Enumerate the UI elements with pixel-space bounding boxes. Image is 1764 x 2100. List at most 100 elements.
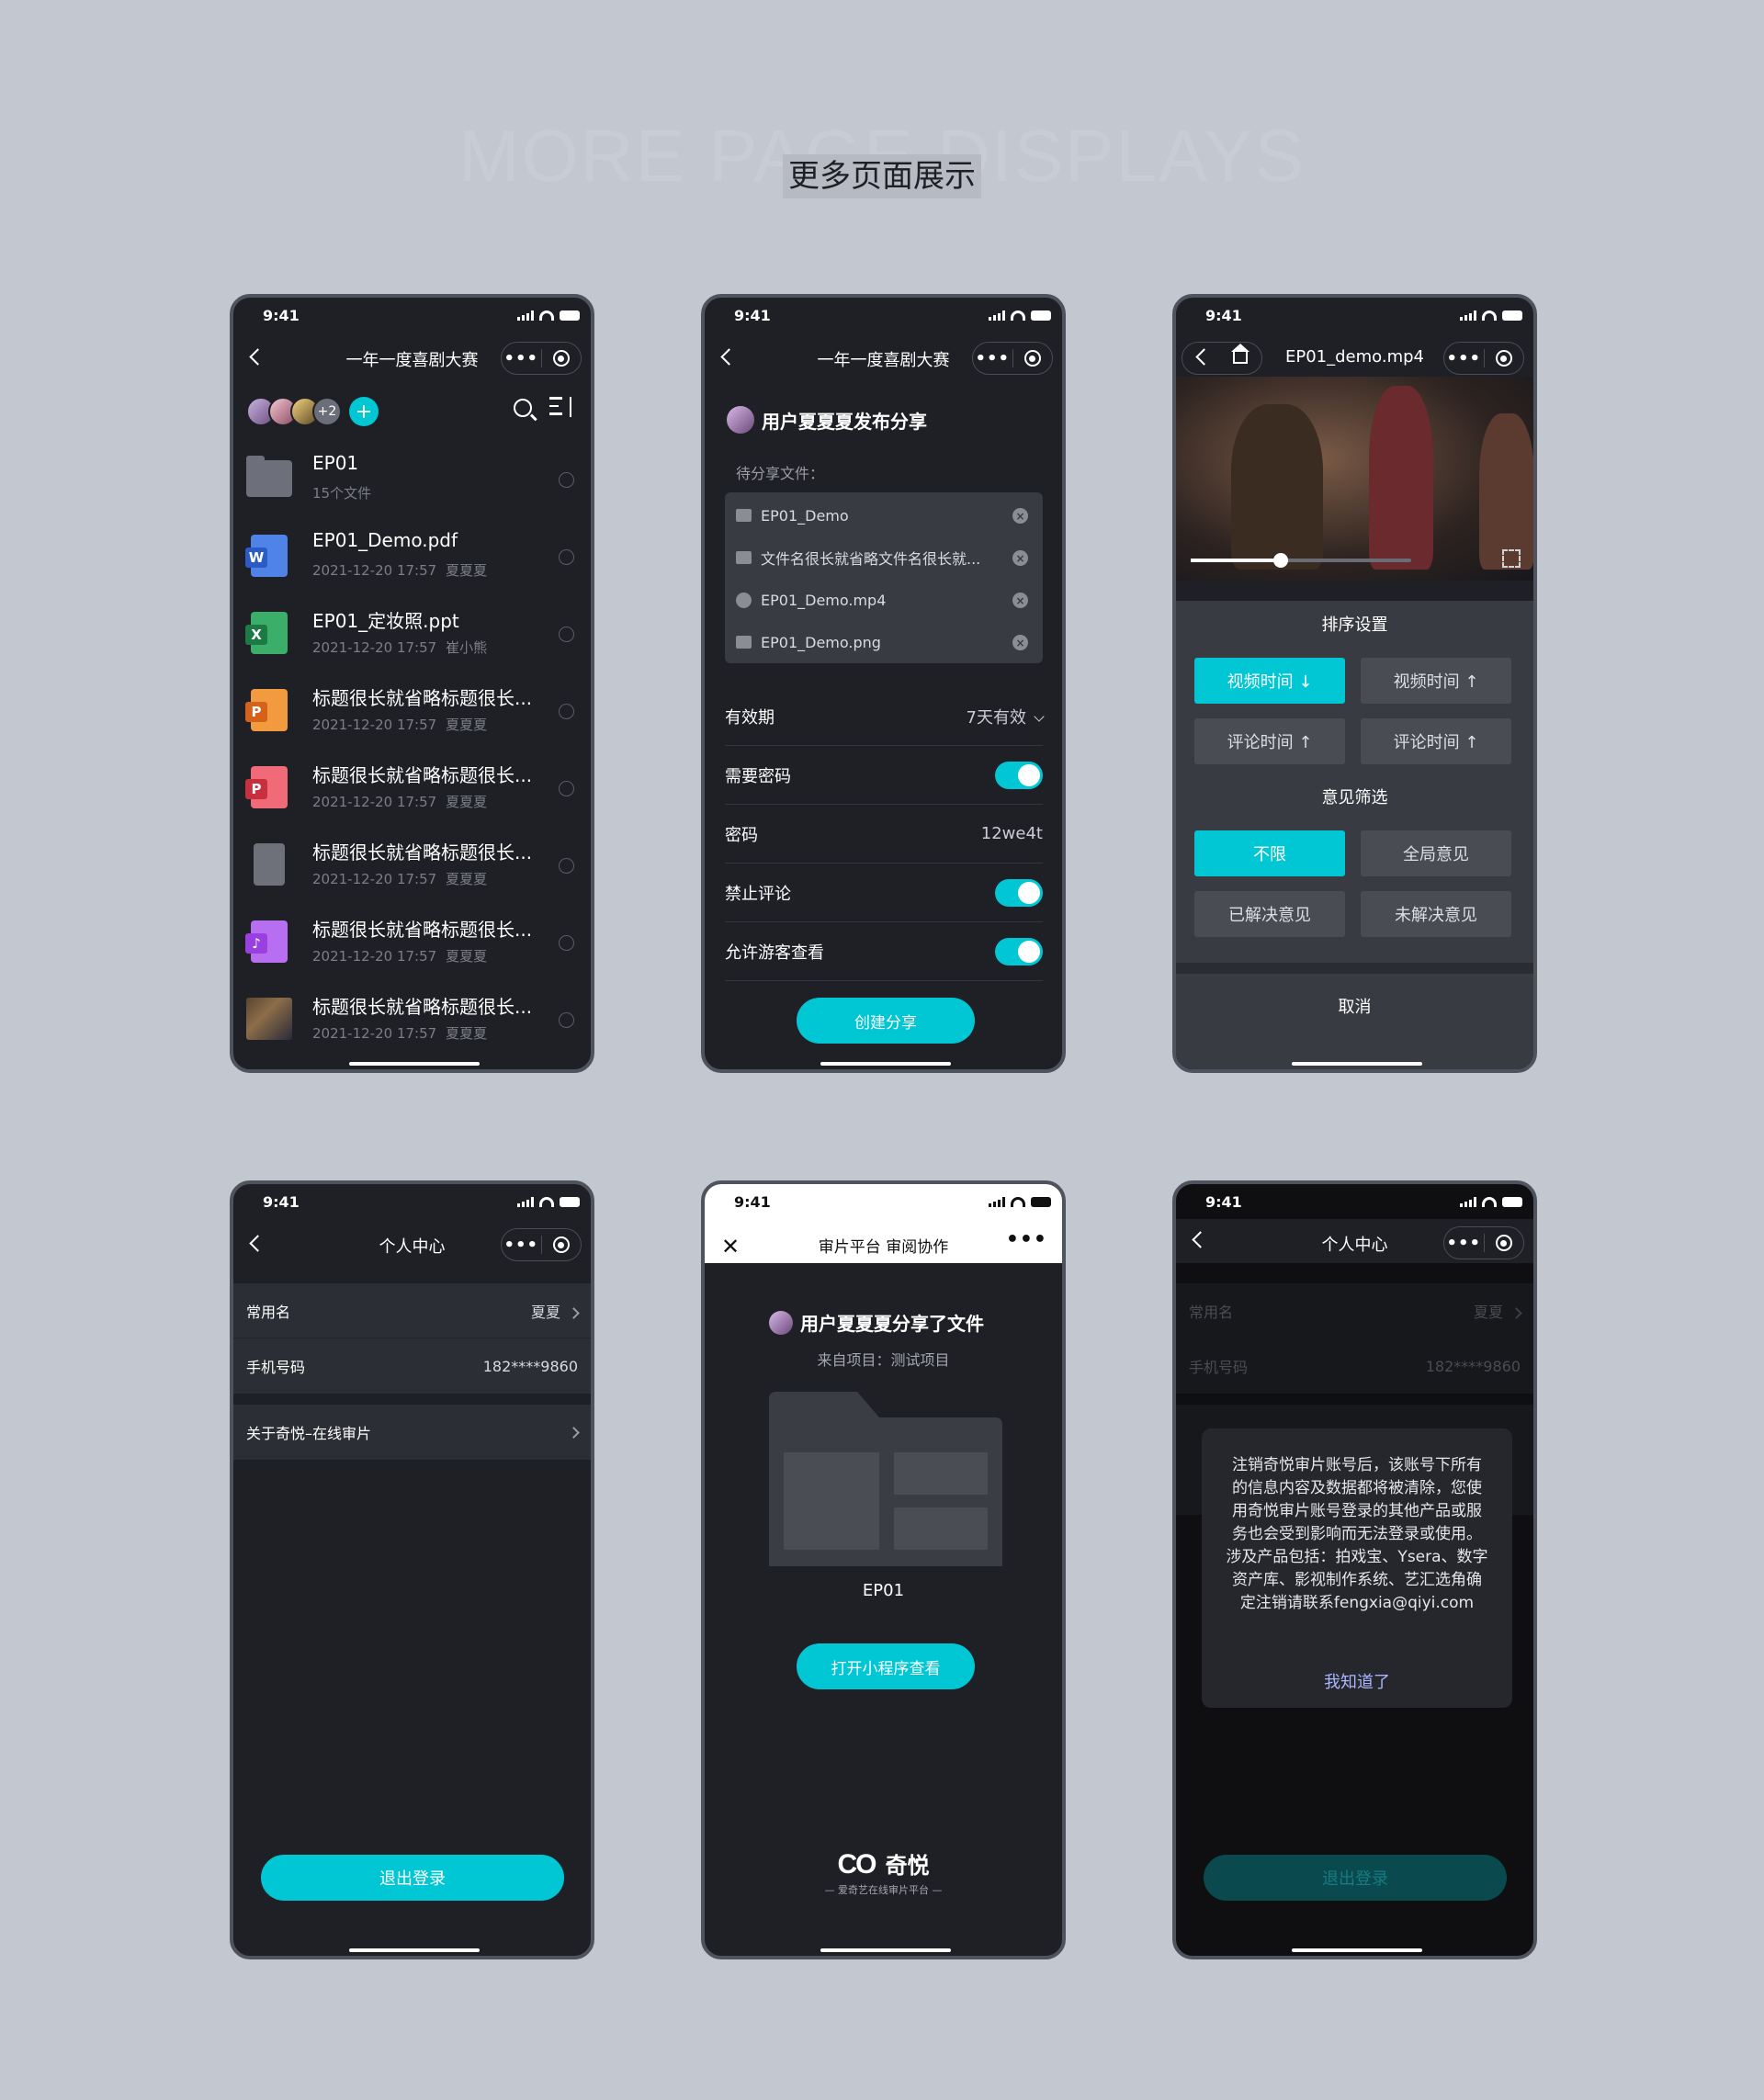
select-radio[interactable]	[559, 472, 574, 488]
project-source: 来自项目：测试项目	[817, 1351, 950, 1369]
more-members-count: +2	[312, 397, 342, 426]
more-button[interactable]: •••	[1444, 1234, 1484, 1253]
list-item[interactable]: X EP01_定妆照.ppt 2021-12-20 17:57 崔小熊	[233, 599, 591, 676]
image-thumbnail	[246, 998, 292, 1040]
open-miniprogram-button[interactable]: 打开小程序查看	[797, 1643, 975, 1689]
member-avatars[interactable]: +2 +	[246, 397, 379, 426]
more-button[interactable]: •••	[973, 349, 1012, 368]
folder-name: EP01	[862, 1581, 905, 1600]
logout-button[interactable]: 退出登录	[261, 1855, 564, 1901]
status-bar: 9:41	[233, 1184, 591, 1219]
phone-video-sort: 9:41 EP01_demo.mp4 ••• 排序设置 视频时间 ↓ 视频时间 …	[1172, 294, 1537, 1073]
status-bar: 9:41	[233, 298, 591, 333]
filter-option-button[interactable]: 全局意见	[1361, 830, 1511, 876]
dialog-message: 注销奇悦审片账号后，该账号下所有的信息内容及数据都将被清除，您使用奇悦审片账号登…	[1226, 1456, 1488, 1612]
search-icon[interactable]	[514, 399, 532, 417]
phone-file-list: 9:41 一年一度喜剧大赛 ••• +2 + EP01 15个文件 W EP01…	[230, 294, 594, 1073]
more-button[interactable]: •••	[1444, 349, 1484, 368]
close-miniprogram-button[interactable]	[1485, 1235, 1524, 1251]
wifi-icon	[1011, 1197, 1025, 1207]
need-password-toggle[interactable]	[995, 761, 1043, 789]
list-item[interactable]: EP01 15个文件	[233, 445, 591, 522]
more-button[interactable]: •••	[502, 1236, 541, 1255]
more-button[interactable]: •••	[502, 349, 541, 368]
add-member-icon[interactable]: +	[349, 397, 379, 426]
dialog-ok-button[interactable]: 我知道了	[1202, 1669, 1512, 1693]
close-miniprogram-button[interactable]	[1013, 350, 1053, 367]
folder-icon	[736, 551, 752, 564]
video-progress-bar[interactable]	[1191, 553, 1411, 568]
sort-option-button[interactable]: 评论时间 ↑	[1194, 718, 1345, 764]
signal-icon	[517, 310, 534, 321]
select-radio[interactable]	[559, 549, 574, 565]
divider	[1176, 963, 1533, 974]
list-item: 文件名很长就省略文件名很长就... ×	[725, 538, 1043, 577]
select-radio[interactable]	[559, 935, 574, 951]
video-player[interactable]	[1176, 377, 1533, 581]
list-item[interactable]: P 标题很长就省略标题很长... 2021-12-20 17:57 夏夏夏	[233, 676, 591, 753]
select-radio[interactable]	[559, 1012, 574, 1028]
select-radio[interactable]	[559, 858, 574, 874]
close-miniprogram-button[interactable]	[542, 1236, 582, 1253]
nickname-row[interactable]: 常用名 夏夏	[1176, 1283, 1533, 1338]
create-share-button[interactable]: 创建分享	[797, 998, 975, 1044]
sort-option-button[interactable]: 视频时间 ↓	[1194, 658, 1345, 704]
signal-icon	[1460, 310, 1476, 321]
list-item[interactable]: ♪ 标题很长就省略标题很长... 2021-12-20 17:57 夏夏夏	[233, 908, 591, 985]
sort-option-button[interactable]: 视频时间 ↑	[1361, 658, 1511, 704]
word-file-icon: W	[245, 535, 288, 577]
close-miniprogram-button[interactable]	[1485, 350, 1524, 367]
sort-icon[interactable]	[549, 397, 571, 417]
select-radio[interactable]	[559, 781, 574, 796]
remove-icon[interactable]: ×	[1012, 593, 1028, 608]
status-bar: 9:41	[1176, 1184, 1533, 1219]
list-item: EP01_Demo.png ×	[725, 623, 1043, 661]
select-radio[interactable]	[559, 627, 574, 642]
pending-files-label: 待分享文件：	[736, 465, 825, 482]
list-item[interactable]: 标题很长就省略标题很长... 2021-12-20 17:57 夏夏夏	[233, 830, 591, 908]
wifi-icon	[539, 1197, 554, 1207]
close-miniprogram-button[interactable]	[542, 350, 582, 367]
cancel-button[interactable]: 取消	[1176, 994, 1533, 1018]
more-icon[interactable]: •••	[1006, 1228, 1047, 1251]
list-item[interactable]: 标题很长就省略标题很长... 2021-12-20 17:57 夏夏夏	[233, 985, 591, 1062]
about-row[interactable]: 关于奇悦–在线审片	[233, 1405, 591, 1460]
home-indicator	[1292, 1062, 1422, 1066]
mini-program-capsule: •••	[1443, 342, 1524, 375]
select-radio[interactable]	[559, 704, 574, 719]
filter-option-button[interactable]: 已解决意见	[1194, 891, 1345, 937]
pending-files-box: EP01_Demo × 文件名很长就省略文件名很长就... × EP01_Demo.…	[725, 492, 1043, 663]
filter-option-button[interactable]: 未解决意见	[1361, 891, 1511, 937]
list-item[interactable]: P 标题很长就省略标题很长... 2021-12-20 17:57 夏夏夏	[233, 753, 591, 830]
image-icon	[736, 636, 752, 649]
home-indicator	[820, 1948, 951, 1952]
mini-program-capsule: •••	[501, 342, 582, 375]
remove-icon[interactable]: ×	[1012, 635, 1028, 650]
list-item[interactable]: W EP01_Demo.pdf 2021-12-20 17:57 夏夏夏	[233, 522, 591, 599]
file-list: EP01 15个文件 W EP01_Demo.pdf 2021-12-20 17…	[233, 445, 591, 1062]
no-comment-toggle[interactable]	[995, 878, 1043, 907]
remove-icon[interactable]: ×	[1012, 508, 1028, 524]
sort-option-button[interactable]: 评论时间 ↑	[1361, 718, 1511, 764]
folder-illustration-icon	[769, 1392, 1002, 1566]
nav-bar: EP01_demo.mp4 •••	[1176, 338, 1533, 380]
brand-tagline: — 爱奇艺在线审片平台 —	[824, 1884, 943, 1896]
avatar	[727, 406, 754, 434]
chevron-right-icon	[568, 1306, 580, 1319]
ppt-file-icon: P	[245, 689, 288, 731]
home-indicator	[1292, 1948, 1422, 1952]
home-indicator	[820, 1062, 951, 1066]
folder-icon	[246, 456, 292, 497]
fullscreen-icon[interactable]	[1502, 549, 1521, 568]
remove-icon[interactable]: ×	[1012, 550, 1028, 566]
filter-option-button[interactable]: 不限	[1194, 830, 1345, 876]
signal-icon	[1460, 1197, 1476, 1207]
list-item: EP01_Demo.mp4 ×	[725, 581, 1043, 619]
battery-icon	[1031, 1197, 1051, 1207]
password-value[interactable]: 12we4t	[981, 824, 1043, 843]
video-icon	[736, 592, 752, 608]
guest-view-toggle[interactable]	[995, 937, 1043, 965]
validity-row[interactable]: 有效期 7天有效	[725, 687, 1045, 746]
logout-button[interactable]: 退出登录	[1204, 1855, 1507, 1901]
nickname-row[interactable]: 常用名 夏夏	[233, 1283, 591, 1338]
